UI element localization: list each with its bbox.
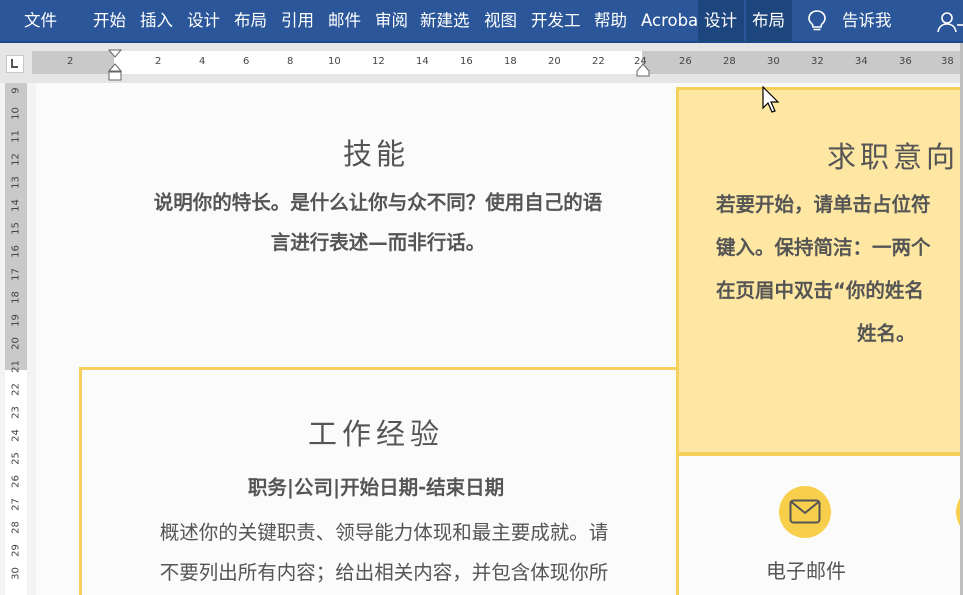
skills-line: 说明你的特长。是什么让你与众不同？使用自己的语 [153,191,603,214]
user-icon[interactable] [937,10,963,34]
skills-description[interactable]: 说明你的特长。是什么让你与众不同？使用自己的语 言进行表述—而非行话。 [118,183,638,263]
tab-references[interactable]: 引用 [281,0,314,41]
ruler-label: 32 [811,56,824,67]
ruler-label: 11 [10,130,22,143]
objective-line: 在页眉中双击“你的姓名 [716,279,924,302]
work-experience-heading[interactable]: 工作经验 [36,411,716,453]
work-line: 概述你的关键职责、领导能力体现和最主要成就。请 [159,521,609,544]
ruler-label: 30 [767,56,780,67]
ruler-label: 13 [10,176,22,189]
objective-line: 若要开始，请单击占位符 [716,193,931,216]
ruler-label: 28 [723,56,736,67]
lightbulb-icon[interactable] [806,9,828,33]
tab-stop-selector[interactable] [6,55,24,73]
tab-view[interactable]: 视图 [484,0,517,41]
skills-line: 言进行表述—而非行话。 [270,231,486,254]
ruler-label: 10 [10,107,22,120]
objective-line: 键入。保持简洁：一两个 [716,236,931,259]
objective-description[interactable]: 若要开始，请单击占位符 键入。保持简洁：一两个 在页眉中双击“你的姓名 姓名。 [716,183,963,355]
ruler-label: 18 [10,291,22,304]
tab-mailings[interactable]: 邮件 [328,0,361,41]
email-label[interactable]: 电子邮件 [736,555,876,584]
tab-file[interactable]: 文件 [24,0,57,41]
ruler-label: 38 [941,56,954,67]
tab-design[interactable]: 设计 [187,0,220,41]
ruler-label: 16 [10,245,22,258]
ruler-label: 34 [855,56,868,67]
tab-help[interactable]: 帮助 [594,0,627,41]
ruler-label: 26 [10,475,22,488]
skills-heading[interactable]: 技能 [36,131,716,173]
ruler-label: 26 [679,56,692,67]
ruler-label: 28 [10,521,22,534]
ruler-label: 18 [504,56,517,67]
ruler-label: 29 [10,544,22,557]
work-line: 不要列出所有内容；给出相关内容，并包含体现你所 [159,561,609,584]
ruler-label: 19 [10,314,22,327]
ruler-label: 20 [10,337,22,350]
document-canvas[interactable]: 技能 说明你的特长。是什么让你与众不同？使用自己的语 言进行表述—而非行话。 工… [36,83,963,595]
ruler-label: 16 [460,56,473,67]
ruler-label: 27 [10,498,22,511]
mouse-pointer-icon [762,86,780,113]
ruler-label: 2 [67,56,74,67]
ruler-label: 14 [416,56,429,67]
ruler-label: 2 [155,56,162,67]
ruler-label: 25 [10,452,22,465]
tab-home[interactable]: 开始 [93,0,126,41]
ruler-label: 36 [899,56,912,67]
tab-acrobat[interactable]: Acroba [641,0,697,41]
ruler-label: 22 [10,383,22,396]
ruler-label: 10 [328,56,341,67]
work-experience-subtitle[interactable]: 职务|公司|开始日期-结束日期 [36,471,716,500]
vertical-ruler[interactable]: 9 10 11 12 13 14 15 16 17 18 19 20 21 22… [5,83,27,595]
ruler-label: 8 [287,56,294,67]
ruler-label: 30 [10,567,22,580]
indent-marker[interactable] [108,49,122,83]
ribbon-tab-bar: 文件 开始 插入 设计 布局 引用 邮件 审阅 新建选 视图 开发工 帮助 Ac… [0,0,963,43]
tab-new-tab[interactable]: 新建选 [420,0,470,41]
tab-table-layout[interactable]: 布局 [746,0,792,41]
ruler-label: 24 [10,429,22,442]
objective-heading: 求职意向 [827,140,960,174]
ruler-label: 20 [548,56,561,67]
ruler-label: 14 [10,199,22,212]
ruler-label: 24 [634,56,647,67]
work-experience-description[interactable]: 概述你的关键职责、领导能力体现和最主要成就。请 不要列出所有内容；给出相关内容，… [124,513,644,593]
ruler-label: 21 [10,360,22,373]
tab-developer[interactable]: 开发工 [531,0,581,41]
ruler-label: 4 [199,56,206,67]
tell-me-search[interactable]: 告诉我 [842,0,892,41]
ruler-label: 15 [10,222,22,235]
ruler-label: 12 [372,56,385,67]
tab-layout[interactable]: 布局 [234,0,267,41]
tab-table-design[interactable]: 设计 [698,0,744,41]
ruler-label: 6 [243,56,250,67]
tab-review[interactable]: 审阅 [375,0,408,41]
objective-line: 姓名。 [857,322,916,345]
envelope-icon[interactable] [779,486,831,538]
ruler-label: 22 [592,56,605,67]
ruler-label: 23 [10,406,22,419]
ruler-label: 12 [10,153,22,166]
tab-insert[interactable]: 插入 [140,0,173,41]
ruler-label: 9 [10,87,22,94]
ruler-label: 17 [10,268,22,281]
ruler-bar: 2 2 4 6 8 10 12 14 16 18 20 22 24 26 28 … [0,43,963,83]
